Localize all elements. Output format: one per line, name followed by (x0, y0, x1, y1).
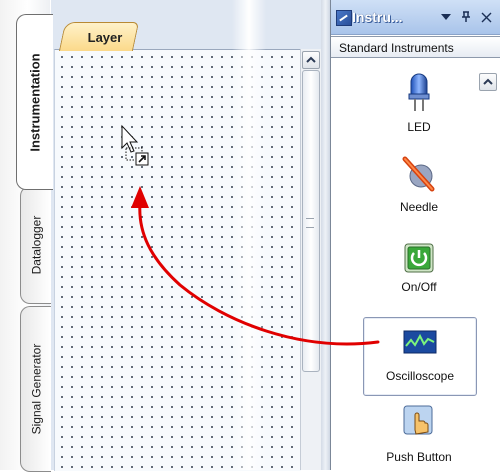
instrument-label-push-button: Push Button (386, 450, 452, 464)
instrument-item-oscilloscope[interactable]: Oscilloscope (363, 317, 477, 396)
instruments-panel-icon (336, 10, 352, 26)
tab-datalogger[interactable]: Datalogger (20, 186, 51, 304)
panel-scroll-up-button[interactable] (479, 73, 497, 91)
canvas-fade (232, 49, 266, 470)
chevron-up-icon (483, 78, 493, 85)
dropdown-arrow-icon (441, 13, 451, 20)
instrument-item-led[interactable]: LED (363, 72, 475, 134)
instrument-item-push-button[interactable]: Push Button (363, 404, 475, 464)
canvas-scroll-up-button[interactable] (302, 51, 320, 69)
panel-splitter[interactable] (321, 0, 330, 470)
push-button-icon (403, 405, 433, 435)
instruments-panel-title: Instru... (352, 9, 403, 25)
pin-icon (462, 11, 470, 22)
scroll-thumb-grip-icon (306, 218, 314, 228)
instrument-item-needle[interactable]: Needle (363, 156, 475, 214)
led-icon (408, 73, 430, 111)
tab-signal-generator[interactable]: Signal Generator (20, 306, 51, 472)
close-icon (481, 12, 491, 22)
drag-shortcut-cursor-icon (121, 124, 149, 166)
canvas-fade-top (232, 0, 266, 49)
tab-instrumentation-label: Instrumentation (27, 52, 43, 152)
instrument-item-on-off[interactable]: On/Off (363, 242, 475, 294)
instrument-label-on-off: On/Off (401, 280, 437, 294)
panel-menu-dropdown-button[interactable] (438, 9, 454, 25)
instruments-panel (330, 0, 500, 470)
instrument-label-needle: Needle (399, 200, 439, 214)
panel-close-button[interactable] (478, 9, 494, 25)
instrument-category-select[interactable]: Standard Instruments (331, 36, 500, 58)
needle-icon (402, 156, 435, 192)
tab-signal-generator-label: Signal Generator (29, 343, 44, 435)
tab-datalogger-label: Datalogger (29, 215, 43, 275)
layer-tab-label: Layer (87, 30, 123, 45)
panel-pin-button[interactable] (458, 9, 474, 25)
tab-instrumentation[interactable]: Instrumentation (16, 14, 53, 190)
oscilloscope-icon (403, 330, 437, 354)
power-switch-icon (404, 243, 434, 273)
chevron-up-icon (306, 56, 316, 63)
instrument-label-led: LED (407, 120, 431, 134)
instrument-label-oscilloscope: Oscilloscope (385, 369, 455, 383)
